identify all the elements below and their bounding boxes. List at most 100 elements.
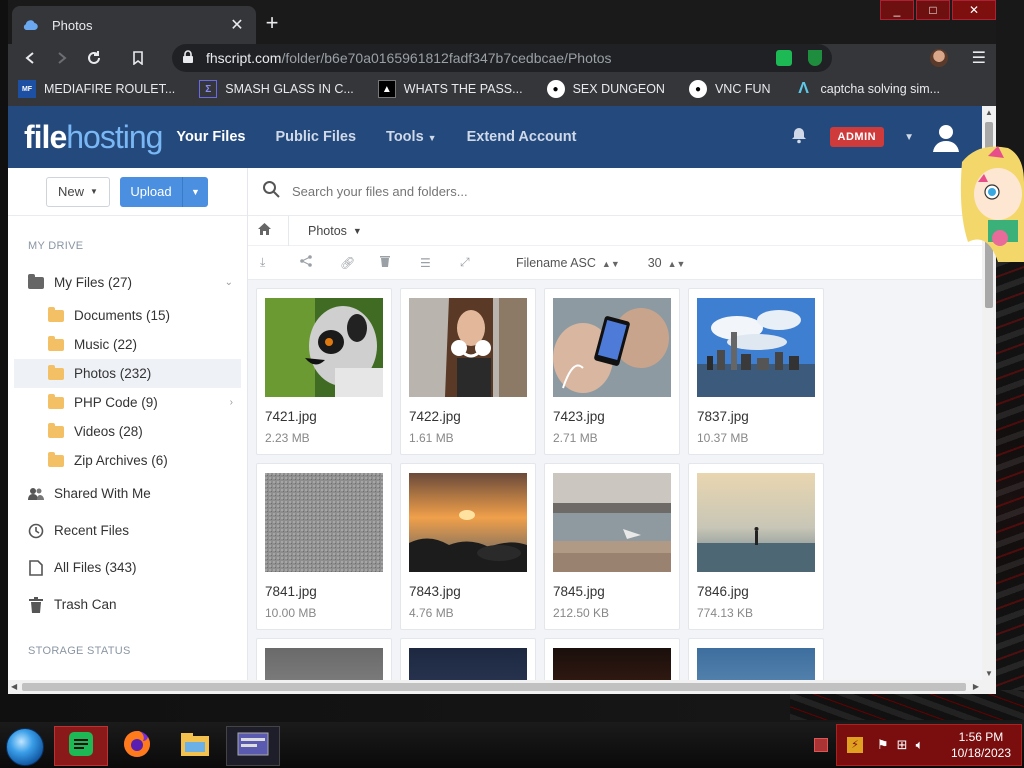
- profile-avatar[interactable]: [929, 49, 948, 67]
- bookmark-whats-the-pass[interactable]: ▲ WHATS THE PASS...: [377, 80, 523, 98]
- flag-icon[interactable]: ⚑: [877, 737, 889, 753]
- sidebar-item-shared[interactable]: Shared With Me: [8, 475, 247, 512]
- sidebar-item-music[interactable]: Music (22): [8, 330, 247, 359]
- file-card[interactable]: 7423.jpg 2.71 MB: [544, 288, 680, 455]
- sidebar-item-my-files[interactable]: My Files (27) ⌄: [8, 264, 247, 301]
- sidebar-item-trash[interactable]: Trash Can: [8, 586, 247, 623]
- cloud-icon: [22, 18, 40, 32]
- file-name: 7423.jpg: [553, 409, 605, 424]
- chevron-down-icon[interactable]: ▼: [353, 226, 362, 236]
- breadcrumb-photos[interactable]: Photos: [308, 224, 347, 238]
- delete-icon[interactable]: [380, 255, 420, 270]
- new-tab-button[interactable]: +: [260, 12, 284, 36]
- thumbnail-texture: [265, 473, 383, 572]
- chevron-down-icon[interactable]: ⌄: [225, 277, 233, 288]
- security-icon[interactable]: ⚡: [847, 737, 863, 753]
- breadcrumb: Photos ▼: [248, 215, 982, 246]
- start-button[interactable]: [6, 728, 44, 766]
- list-view-icon[interactable]: ☰: [420, 256, 460, 270]
- bookmark-icon[interactable]: [124, 44, 152, 72]
- taskbar-app-firefox[interactable]: [110, 726, 164, 766]
- url-path: /folder/b6e70a0165961812fadf347b7cedbcae…: [281, 50, 612, 66]
- file-card[interactable]: 7837.jpg 10.37 MB: [688, 288, 824, 455]
- tab-title: Photos: [52, 17, 93, 33]
- forward-arrow-icon[interactable]: [48, 44, 76, 72]
- window-close-button[interactable]: ✕: [952, 0, 996, 20]
- per-page-selector[interactable]: 30 ▲▼: [648, 256, 686, 270]
- sidebar-item-recent[interactable]: Recent Files: [8, 512, 247, 549]
- home-icon[interactable]: [258, 223, 274, 238]
- file-card[interactable]: 7422.jpg 1.61 MB: [400, 288, 536, 455]
- bookmark-smash-glass[interactable]: Σ SMASH GLASS IN C...: [199, 80, 354, 98]
- upload-dropdown-icon[interactable]: ▼: [182, 176, 208, 207]
- sidebar-item-documents[interactable]: Documents (15): [8, 301, 247, 330]
- spotify-extension-icon[interactable]: [776, 50, 792, 66]
- account-dropdown-icon[interactable]: ▼: [904, 132, 914, 143]
- file-size: 10.00 MB: [265, 606, 317, 620]
- scroll-up-icon[interactable]: ▲: [985, 108, 993, 117]
- bookmark-vnc-fun[interactable]: ● VNC FUN: [688, 80, 771, 98]
- sidebar-item-all-files[interactable]: All Files (343): [8, 549, 247, 586]
- scroll-down-icon[interactable]: ▼: [985, 669, 993, 678]
- taskbar-app-window[interactable]: [226, 726, 280, 766]
- share-icon[interactable]: [300, 255, 340, 270]
- chevron-right-icon[interactable]: ›: [230, 397, 233, 408]
- sidebar-item-php-code[interactable]: PHP Code (9) ›: [8, 388, 247, 417]
- folder-icon: [48, 393, 64, 409]
- nav-public-files[interactable]: Public Files: [275, 129, 356, 145]
- search-input[interactable]: [292, 184, 692, 199]
- file-card[interactable]: 7843.jpg 4.76 MB: [400, 463, 536, 630]
- minimize-button[interactable]: _: [880, 0, 914, 20]
- sort-arrows-icon: ▲▼: [667, 258, 686, 269]
- browser-toolbar: fhscript.com /folder/b6e70a0165961812fad…: [8, 44, 996, 72]
- scroll-left-icon[interactable]: ◀: [11, 682, 17, 691]
- sidebar: New ▼ Upload ▼ MY DRIVE My Files (27) ⌄ …: [8, 168, 248, 680]
- link-icon[interactable]: 🔗︎: [340, 256, 380, 270]
- file-card[interactable]: 7421.jpg 2.23 MB: [256, 288, 392, 455]
- bookmark-sex-dungeon[interactable]: ● SEX DUNGEON: [546, 80, 665, 98]
- bell-icon[interactable]: [790, 126, 808, 149]
- taskbar-app-file-explorer[interactable]: [168, 726, 222, 766]
- clock-icon: [28, 523, 44, 539]
- lock-icon: ▲: [377, 80, 396, 98]
- file-card[interactable]: 7841.jpg 10.00 MB: [256, 463, 392, 630]
- scroll-right-icon[interactable]: ▶: [973, 682, 979, 691]
- show-desktop-icon[interactable]: [814, 738, 828, 752]
- nav-your-files[interactable]: Your Files: [176, 129, 245, 145]
- chevron-down-icon: ▼: [90, 187, 98, 196]
- site-logo[interactable]: filehosting: [24, 119, 163, 156]
- lambda-icon: Λ: [798, 80, 809, 97]
- nav-tools[interactable]: Tools ▼: [386, 129, 437, 145]
- maximize-button[interactable]: □: [916, 0, 950, 20]
- folder-icon: [48, 422, 64, 438]
- file-card[interactable]: 7845.jpg 212.50 KB: [544, 463, 680, 630]
- sidebar-item-videos[interactable]: Videos (28): [8, 417, 247, 446]
- bookmark-mediafire[interactable]: MF MEDIAFIRE ROULET...: [18, 80, 175, 98]
- network-icon[interactable]: ⊞: [897, 737, 908, 753]
- new-button[interactable]: New ▼: [46, 176, 110, 207]
- shield-extension-icon[interactable]: [808, 50, 822, 66]
- taskbar-app-notes[interactable]: [54, 726, 108, 766]
- fullscreen-icon[interactable]: ⤢: [460, 255, 500, 270]
- sort-selector[interactable]: Filename ASC ▲▼: [516, 256, 620, 270]
- address-bar[interactable]: fhscript.com /folder/b6e70a0165961812fad…: [172, 44, 832, 72]
- sidebar-item-zip-archives[interactable]: Zip Archives (6): [8, 446, 247, 475]
- browser-menu-icon[interactable]: ☰: [972, 48, 986, 68]
- thumbnail-person-sea: [697, 473, 815, 572]
- system-clock[interactable]: 1:56 PM 10/18/2023: [951, 729, 1011, 761]
- horizontal-scrollbar[interactable]: ◀ ▶: [8, 680, 996, 694]
- volume-icon[interactable]: 🔈︎: [916, 737, 924, 753]
- scrollbar-thumb[interactable]: [22, 683, 966, 691]
- browser-tab-photos[interactable]: Photos ✕: [12, 6, 256, 44]
- sidebar-item-photos[interactable]: Photos (232): [14, 359, 241, 388]
- file-size: 2.71 MB: [553, 431, 598, 445]
- nav-extend-account[interactable]: Extend Account: [467, 129, 577, 145]
- file-card[interactable]: 7846.jpg 774.13 KB: [688, 463, 824, 630]
- upload-button[interactable]: Upload ▼: [120, 176, 208, 207]
- file-size: 10.37 MB: [697, 431, 749, 445]
- reload-icon[interactable]: [80, 44, 108, 72]
- back-arrow-icon[interactable]: [16, 44, 44, 72]
- bookmark-captcha[interactable]: Λ captcha solving sim...: [795, 80, 940, 98]
- tab-close-icon[interactable]: ✕: [228, 15, 246, 35]
- download-icon[interactable]: ⤓: [260, 255, 300, 270]
